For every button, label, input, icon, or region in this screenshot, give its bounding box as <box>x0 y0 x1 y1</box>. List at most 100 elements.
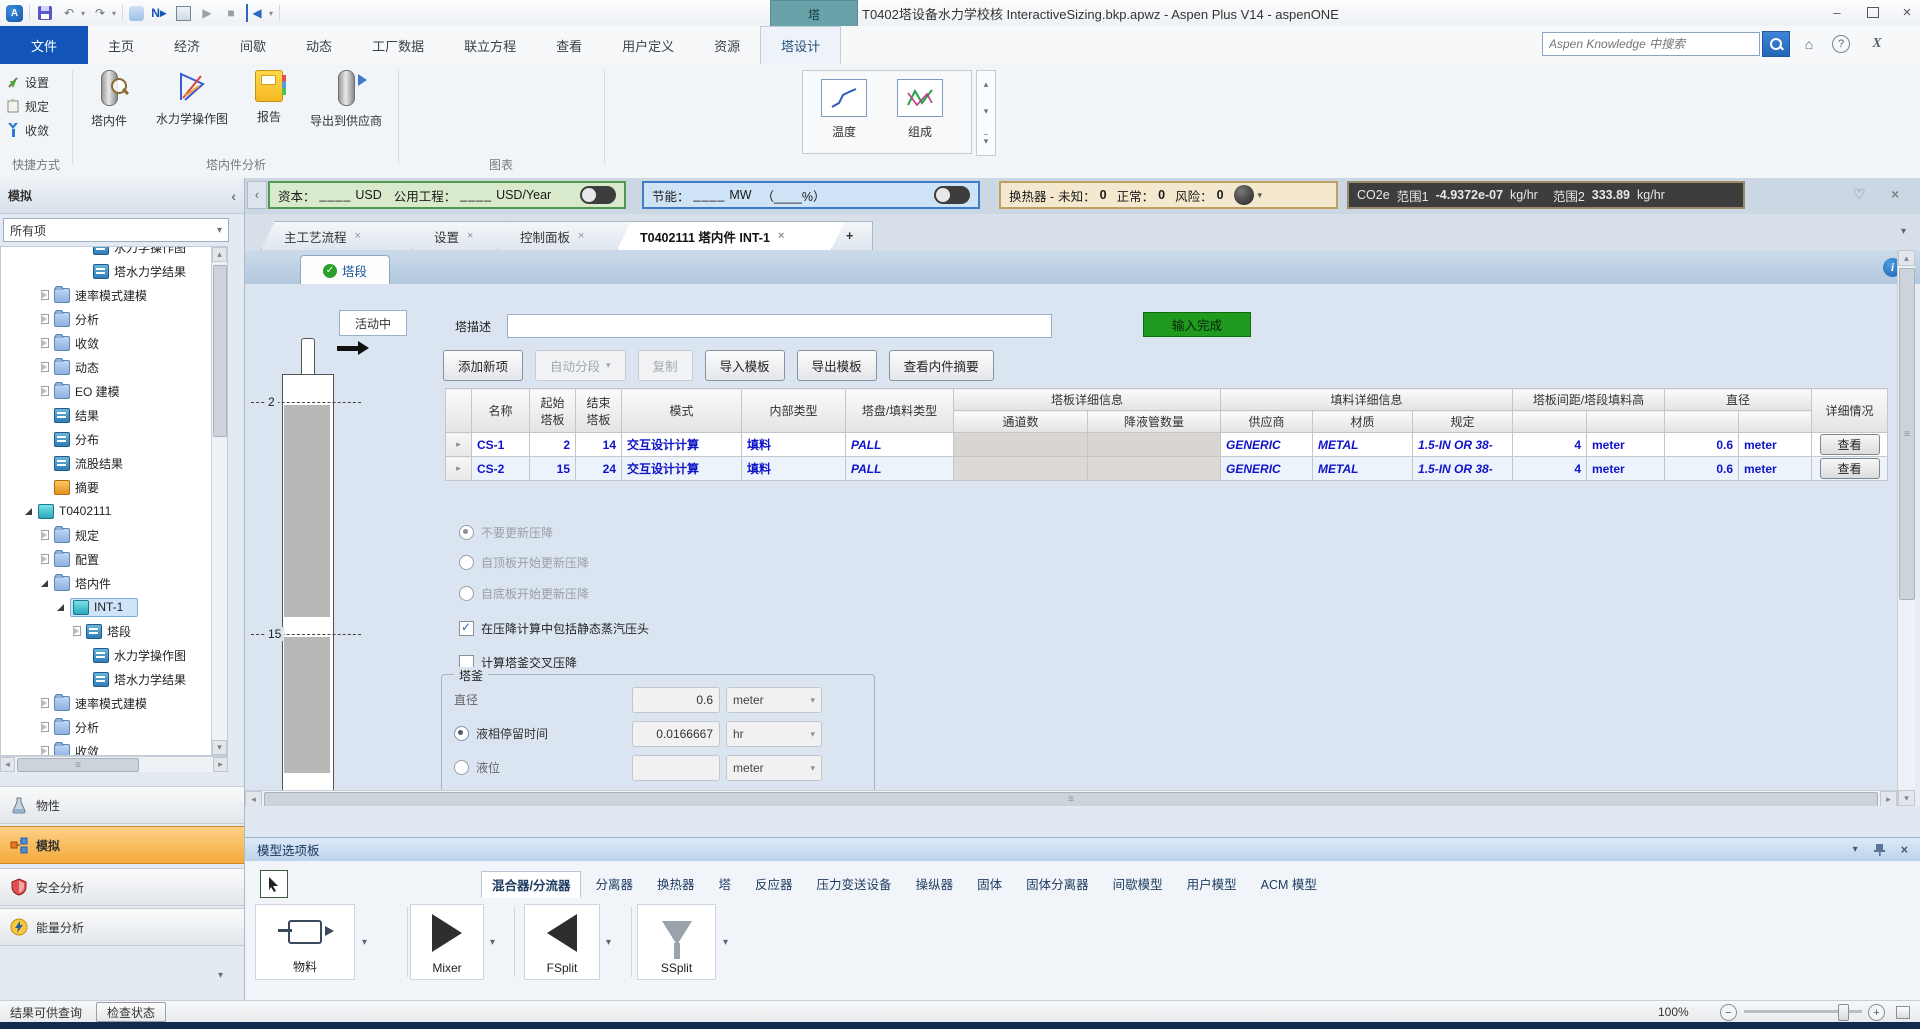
ribbon-tab-view[interactable]: 查看 <box>536 26 602 64</box>
collapse-pane-icon[interactable]: ‹ <box>231 188 236 204</box>
tree-item[interactable]: 分布 <box>1 427 227 451</box>
nav-properties[interactable]: 物性 <box>0 786 244 824</box>
ribbon-tab-file[interactable]: 文件 <box>0 26 88 64</box>
palette-tab-mixers[interactable]: 混合器/分流器 <box>481 871 582 898</box>
chart-gallery-scroll[interactable]: ▴ ▾ ▾ <box>976 70 996 156</box>
palette-tab-pressure-changers[interactable]: 压力变送设备 <box>807 871 902 898</box>
ssplit-tile[interactable]: SSplit <box>637 904 716 980</box>
palette-tab-batch-models[interactable]: 间歇模型 <box>1103 871 1173 898</box>
tree-item[interactable]: 塔水力学结果 <box>1 667 227 691</box>
scrollbar-thumb[interactable]: ≡ <box>17 758 139 772</box>
tree-horizontal-scrollbar[interactable]: ◂ ≡ ▸ <box>0 756 228 772</box>
chevron-right-icon[interactable] <box>41 386 49 396</box>
checkbox-static-head[interactable]: 在压降计算中包括静态蒸汽压头 <box>459 620 649 637</box>
col-group-spacing-height[interactable]: 塔板间距/塔段填料高 <box>1512 388 1666 411</box>
fsplit-caret-icon[interactable]: ▾ <box>606 937 611 948</box>
doc-tab-internals[interactable]: T0402111 塔内件 INT-1 × <box>617 221 845 250</box>
undo-icon[interactable]: ↶ <box>60 4 78 22</box>
reinitialize-icon[interactable]: ◀ <box>246 4 266 22</box>
scroll-up-icon[interactable]: ▴ <box>212 247 227 262</box>
mixer-caret-icon[interactable]: ▾ <box>490 937 495 948</box>
scrollbar-thumb[interactable] <box>213 265 227 437</box>
palette-tab-acm-models[interactable]: ACM 模型 <box>1251 871 1327 898</box>
col-details[interactable]: 详细情况 <box>1811 388 1889 433</box>
tower-description-input[interactable] <box>507 314 1052 338</box>
col-group-tray-details[interactable]: 塔板详细信息 <box>952 388 1222 411</box>
palette-tab-manipulators[interactable]: 操纵器 <box>906 871 964 898</box>
radio-update-from-bottom[interactable]: 自底板开始更新压降 <box>459 585 589 602</box>
sump-diameter-unit[interactable]: meter ▾ <box>726 687 822 713</box>
run-icon[interactable]: ▶ <box>198 4 216 22</box>
doc-tab-main-flowsheet[interactable]: 主工艺流程 × <box>261 221 429 250</box>
specifications-button[interactable]: 规定 <box>0 94 72 118</box>
mixer-tile[interactable]: Mixer <box>410 904 484 980</box>
col-internal-type[interactable]: 内部类型 <box>741 388 846 433</box>
scroll-right-icon[interactable]: ▸ <box>1880 791 1897 807</box>
form-tab-sections[interactable]: ✓ 塔段 <box>300 255 390 285</box>
col-end-stage[interactable]: 结束塔板 <box>575 388 622 433</box>
scroll-right-icon[interactable]: ▸ <box>213 757 228 772</box>
tree-item[interactable]: 水力学操作图 <box>1 247 227 259</box>
scrollbar-thumb[interactable]: ≡ <box>264 792 1878 807</box>
save-icon[interactable] <box>36 4 54 22</box>
zoom-slider-thumb[interactable] <box>1838 1004 1849 1021</box>
tree-item[interactable]: T0402111 <box>1 499 227 523</box>
exchanger-options-icon[interactable] <box>1233 185 1254 205</box>
stream-caret-icon[interactable]: ▾ <box>362 937 367 948</box>
sump-diameter-value[interactable]: 0.6 <box>632 687 720 713</box>
chevron-right-icon[interactable] <box>41 722 49 732</box>
model-palette-header[interactable]: 模型选项板 ▾ × <box>245 837 1920 861</box>
row-selector[interactable]: ▸ <box>445 432 472 457</box>
col-tray-packing-type[interactable]: 塔盘/填料类型 <box>845 388 954 433</box>
tree-item[interactable]: 塔段 <box>1 619 227 643</box>
chevron-expanded-icon[interactable] <box>41 579 49 587</box>
radio-update-from-top[interactable]: 自顶板开始更新压降 <box>459 554 589 571</box>
zoom-out-icon[interactable]: − <box>1720 1004 1737 1021</box>
export-template-button[interactable]: 导出模板 <box>796 350 877 381</box>
temperature-chart-button[interactable]: 温度 <box>811 77 877 163</box>
chevron-right-icon[interactable] <box>73 626 81 636</box>
ribbon-tab-resources[interactable]: 资源 <box>694 26 760 64</box>
auto-section-button[interactable]: 自动分段 ▾ <box>535 350 626 381</box>
tree-item[interactable]: 塔水力学结果 <box>1 259 227 283</box>
tree-item[interactable]: 水力学操作图 <box>1 643 227 667</box>
redo-caret-icon[interactable]: ▾ <box>112 9 116 18</box>
setup-button[interactable]: 设置 <box>0 70 72 94</box>
ribbon-tab-economics[interactable]: 经济 <box>154 26 220 64</box>
radio-no-update[interactable]: 不要更新压降 <box>459 524 553 541</box>
tree-item[interactable]: 速率模式建模 <box>1 691 227 715</box>
table-row[interactable]: ▸ CS-1 2 14 交互设计计算 填料 PALL GENERIC METAL… <box>445 432 1889 457</box>
search-input[interactable] <box>1542 32 1760 56</box>
ribbon-tab-dynamics[interactable]: 动态 <box>286 26 352 64</box>
import-template-button[interactable]: 导入模板 <box>704 350 785 381</box>
chevron-right-icon[interactable] <box>41 530 49 540</box>
hydraulic-plots-button[interactable]: 水力学操作图 <box>142 64 242 154</box>
undo-caret-icon[interactable]: ▾ <box>81 9 85 18</box>
nav-simulation[interactable]: 模拟 <box>0 826 244 864</box>
tree-item[interactable]: 流股结果 <box>1 451 227 475</box>
search-button[interactable] <box>1762 31 1790 57</box>
exchanger-caret-icon[interactable]: ▾ <box>1258 190 1263 201</box>
ribbon-tab-column-design[interactable]: 塔设计 <box>760 26 842 64</box>
tree-item[interactable]: EO 建模 <box>1 379 227 403</box>
select-tool-button[interactable] <box>260 870 288 898</box>
nav-more-icon[interactable]: ▾ <box>218 970 223 981</box>
col-group-diameter[interactable]: 直径 <box>1664 388 1813 411</box>
palette-tab-solids-separators[interactable]: 固体分离器 <box>1016 871 1099 898</box>
chevron-expanded-icon[interactable] <box>25 507 33 515</box>
maximize-button[interactable] <box>1856 0 1890 24</box>
column-internals-button[interactable]: 塔内件 <box>76 64 142 154</box>
sump-level-unit[interactable]: meter ▾ <box>726 755 822 781</box>
palette-tab-reactors[interactable]: 反应器 <box>745 871 803 898</box>
chevron-right-icon[interactable] <box>41 698 49 708</box>
chevron-right-icon[interactable] <box>41 746 49 755</box>
tree-item[interactable]: 速率模式建模 <box>1 283 227 307</box>
col-passes[interactable]: 通道数 <box>953 410 1088 433</box>
ssplit-caret-icon[interactable]: ▾ <box>723 937 728 948</box>
col-start-stage[interactable]: 起始塔板 <box>529 388 576 433</box>
form-vertical-scrollbar[interactable]: ▴ ≡ ▾ <box>1897 250 1915 806</box>
gallery-up-icon[interactable]: ▴ <box>984 79 989 90</box>
help-icon[interactable]: ? <box>1830 34 1852 54</box>
tree-item[interactable]: 收敛 <box>1 331 227 355</box>
doc-tab-setup[interactable]: 设置 × <box>411 221 511 250</box>
